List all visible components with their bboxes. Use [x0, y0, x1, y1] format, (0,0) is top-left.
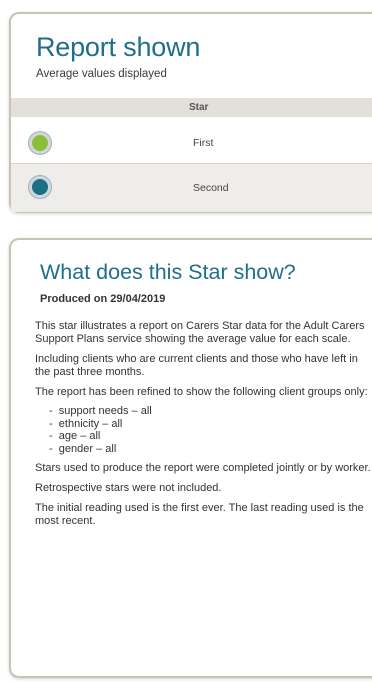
info-paragraph: The report has been refined to show the …	[35, 386, 368, 398]
list-item: age – all	[49, 430, 372, 443]
info-paragraph: Stars used to produce the report were co…	[35, 462, 371, 474]
star-column-header: Star	[11, 98, 372, 117]
star-row-label: Second	[193, 182, 229, 194]
star-row-label: First	[193, 137, 214, 149]
star-row-second[interactable]: Second	[11, 164, 372, 212]
info-paragraph: This star illustrates a report on Carers…	[35, 320, 365, 345]
info-paragraph: Retrospective stars were not included.	[35, 482, 222, 494]
list-item: support needs – all	[49, 405, 372, 418]
star-info-panel: What does this Star show? Produced on 29…	[9, 238, 372, 678]
produced-date: Produced on 29/04/2019	[40, 293, 166, 305]
report-subtitle: Average values displayed	[36, 68, 167, 80]
teal-circle-icon	[29, 176, 51, 198]
list-item: gender – all	[49, 443, 372, 456]
info-body: This star illustrates a report on Carers…	[35, 320, 372, 535]
report-title: Report shown	[36, 32, 201, 62]
info-paragraph: Including clients who are current client…	[35, 353, 358, 378]
star-column-label: Star	[189, 102, 209, 113]
list-item: ethnicity – all	[49, 418, 372, 431]
star-row-first[interactable]: First	[11, 123, 372, 164]
client-groups-list: support needs – all ethnicity – all age …	[35, 405, 372, 455]
report-shown-panel: Report shown Average values displayed St…	[9, 12, 372, 213]
info-paragraph: The initial reading used is the first ev…	[35, 502, 364, 527]
info-title: What does this Star show?	[40, 260, 296, 284]
green-circle-icon	[29, 132, 51, 154]
